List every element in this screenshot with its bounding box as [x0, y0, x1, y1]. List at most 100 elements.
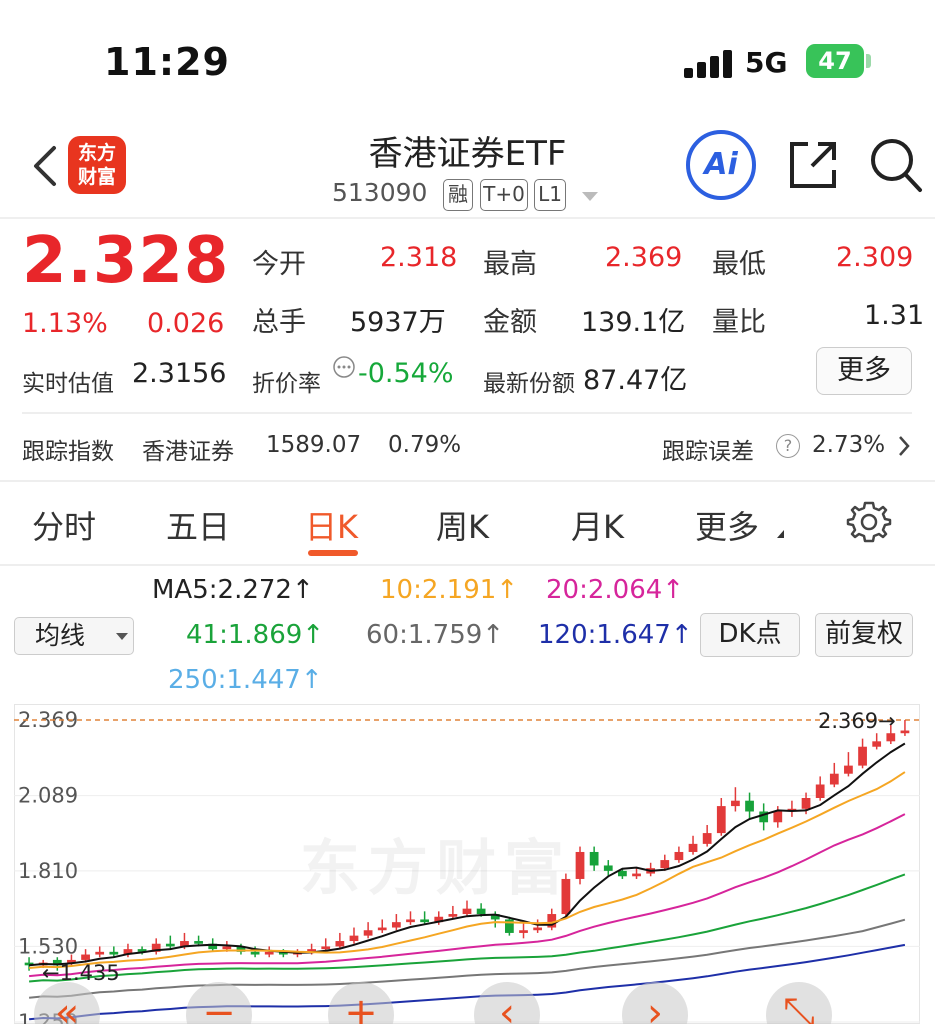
candle-body: [519, 930, 528, 933]
candle-body: [829, 773, 839, 785]
candle-body: [618, 870, 627, 877]
dk-point-button[interactable]: DK点: [700, 613, 800, 657]
share-icon[interactable]: [786, 138, 840, 192]
candle-body: [674, 851, 684, 861]
candle-body: [109, 951, 119, 955]
volume-label: 总手: [252, 307, 306, 338]
ratio-label: 量比: [712, 307, 766, 338]
help-icon[interactable]: ?: [776, 434, 800, 458]
candle-body: [250, 951, 260, 955]
candle-body: [377, 927, 387, 931]
y-tick-label: 2.089: [18, 784, 78, 808]
tag-l1: L1: [534, 179, 566, 211]
fund-code: 513090: [332, 178, 428, 207]
candle-body: [533, 927, 543, 931]
y-tick-label: 1.530: [18, 934, 78, 958]
candle-body: [264, 951, 274, 955]
candle-body: [773, 811, 783, 823]
candle-body: [476, 908, 486, 915]
high-label: 最高: [483, 249, 537, 280]
candle-body: [716, 806, 726, 834]
tracking-error-label: 跟踪误差: [662, 439, 754, 465]
candle-body: [391, 922, 401, 928]
candle-body: [745, 800, 754, 812]
chevron-down-icon[interactable]: [582, 192, 598, 201]
open-label: 今开: [252, 249, 306, 280]
signal-icon: [684, 50, 732, 78]
ma250-value: 250:1.447↑: [168, 665, 323, 695]
max-price-label: 2.369→: [818, 709, 896, 733]
candle-body: [801, 797, 811, 809]
volume-value: 5937万: [350, 307, 446, 338]
premium-label: 折价率: [252, 371, 321, 397]
candle-body: [886, 733, 896, 742]
candle-body: [858, 746, 867, 766]
more-info-icon[interactable]: [332, 355, 356, 379]
section-divider: [0, 564, 935, 566]
candle-body: [363, 930, 373, 936]
last-price: 2.328: [22, 224, 230, 298]
battery-nub: [866, 54, 871, 68]
tracking-index-name[interactable]: 香港证券: [142, 432, 234, 466]
candle-body: [165, 943, 175, 947]
section-divider: [0, 480, 935, 482]
tab-five-day[interactable]: 五日: [166, 502, 230, 548]
tab-daily-k[interactable]: 日K: [305, 502, 358, 548]
tag-t0: T+0: [480, 179, 528, 211]
candle-body: [688, 843, 698, 852]
change-value: 0.026: [147, 308, 225, 339]
candle-body: [406, 919, 415, 923]
candle-body: [81, 954, 90, 960]
tab-monthly-k[interactable]: 月K: [571, 502, 624, 548]
ma120-value: 120:1.647↑: [538, 620, 693, 650]
candle-body: [844, 765, 853, 774]
tag-margin: 融: [443, 179, 473, 211]
tab-more[interactable]: 更多: [695, 502, 759, 548]
ma10-value: 10:2.191↑: [380, 575, 519, 605]
candle-body: [603, 865, 613, 871]
divider: [0, 217, 935, 219]
tracking-index-value: 1589.07: [266, 432, 362, 458]
active-tab-indicator: [308, 550, 358, 556]
tracking-error-value: 2.73%: [812, 432, 886, 458]
chevron-right-icon[interactable]: [896, 434, 912, 458]
gear-icon[interactable]: [846, 499, 892, 545]
adjust-mode-button[interactable]: 前复权: [815, 613, 913, 657]
candle-body: [335, 941, 345, 947]
open-value: 2.318: [380, 242, 458, 273]
change-pct: 1.13%: [22, 308, 108, 339]
high-value: 2.369: [605, 242, 683, 273]
candle-body: [731, 800, 740, 807]
ma41-value: 41:1.869↑: [186, 620, 325, 650]
candle-body: [420, 919, 429, 923]
network-type: 5G: [745, 46, 788, 79]
dropdown-triangle-icon: [777, 530, 784, 538]
watermark-logo: 东方财富: [300, 834, 572, 904]
amount-value: 139.1亿: [581, 307, 686, 338]
tracking-index-pct: 0.79%: [388, 432, 462, 458]
candle-body: [589, 851, 599, 866]
ai-assistant-button[interactable]: Ai: [686, 130, 756, 200]
candle-body: [815, 784, 825, 798]
min-price-label: ←1.435: [42, 961, 120, 985]
battery-icon: 47: [806, 44, 864, 78]
ma20-value: 20:2.064↑: [546, 575, 685, 605]
candle-body: [194, 941, 203, 944]
low-value: 2.309: [836, 242, 914, 273]
chevron-down-icon: [116, 633, 128, 640]
tab-weekly-k[interactable]: 周K: [436, 502, 489, 548]
ma60-value: 60:1.759↑: [366, 620, 505, 650]
more-button[interactable]: 更多: [816, 347, 912, 395]
low-label: 最低: [712, 249, 766, 280]
tab-intraday[interactable]: 分时: [32, 502, 96, 548]
amount-label: 金额: [483, 307, 537, 338]
candle-body: [702, 833, 712, 844]
candle-body: [349, 935, 359, 942]
iopv-value: 2.3156: [132, 358, 227, 389]
status-time: 11:29: [104, 40, 230, 84]
search-icon[interactable]: [868, 136, 924, 194]
tracking-label: 跟踪指数: [22, 439, 114, 465]
ratio-value: 1.31: [864, 300, 925, 331]
candle-body: [222, 946, 232, 950]
shares-label: 最新份额: [483, 371, 575, 397]
